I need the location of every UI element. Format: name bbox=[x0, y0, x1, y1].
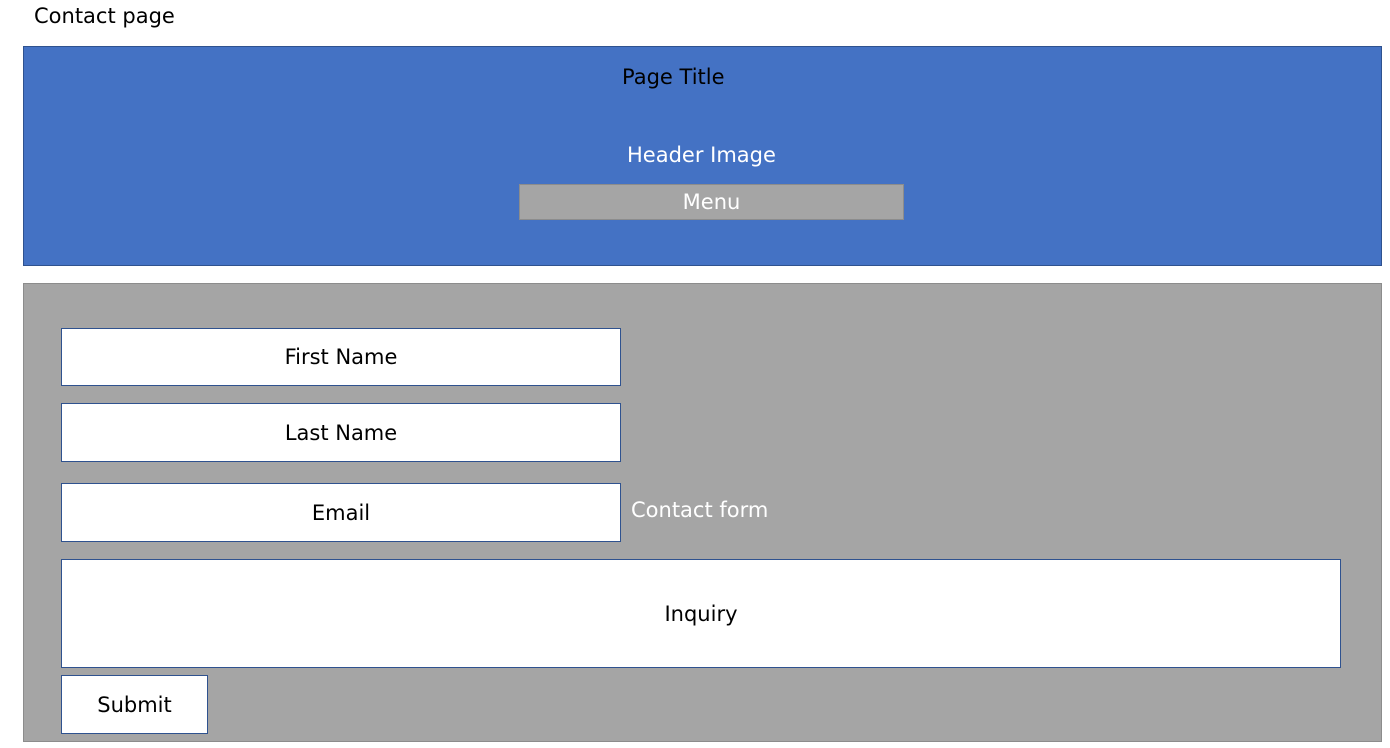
header-block: Page Title Header Image Menu bbox=[23, 46, 1382, 266]
first-name-field[interactable]: First Name bbox=[61, 328, 621, 386]
menu-bar[interactable]: Menu bbox=[519, 184, 904, 220]
page-title: Page Title bbox=[622, 65, 725, 89]
submit-button[interactable]: Submit bbox=[61, 675, 208, 734]
last-name-field[interactable]: Last Name bbox=[61, 403, 621, 462]
contact-form-section: First Name Last Name Email Contact form … bbox=[23, 283, 1382, 742]
contact-form-label: Contact form bbox=[631, 498, 769, 522]
header-image-label: Header Image bbox=[627, 143, 776, 167]
wireframe-canvas: Contact page Page Title Header Image Men… bbox=[0, 0, 1390, 748]
email-field[interactable]: Email bbox=[61, 483, 621, 542]
inquiry-field[interactable]: Inquiry bbox=[61, 559, 1341, 668]
page-label: Contact page bbox=[34, 4, 175, 28]
